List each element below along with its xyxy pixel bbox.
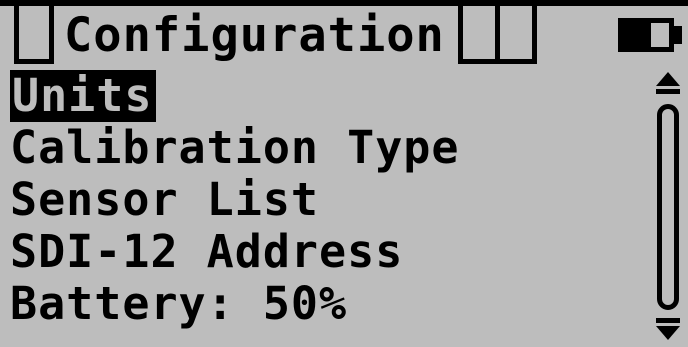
title-bar: Configuration — [0, 0, 688, 64]
battery-fill — [623, 23, 651, 47]
menu-item-units[interactable]: Units — [10, 70, 157, 122]
menu-item-sdi12-address[interactable]: SDI-12 Address — [10, 226, 403, 278]
page-title: Configuration — [64, 8, 445, 63]
menu-item-battery[interactable]: Battery: 50% — [10, 278, 347, 330]
status-indicator-box — [495, 6, 537, 64]
status-indicator-box — [458, 6, 500, 64]
menu-item-calibration-type[interactable]: Calibration Type — [10, 122, 459, 174]
status-indicator-box — [14, 6, 54, 64]
scrollbar-thumb[interactable] — [657, 104, 679, 310]
scroll-up-arrow-icon[interactable] — [654, 72, 682, 96]
battery-icon — [618, 18, 682, 52]
configuration-menu: Units Calibration Type Sensor List SDI-1… — [0, 64, 640, 347]
battery-body — [618, 18, 674, 52]
scrollbar[interactable] — [648, 64, 688, 347]
device-screen: Configuration Units Calibration Type Sen… — [0, 0, 688, 347]
menu-item-sensor-list[interactable]: Sensor List — [10, 174, 319, 226]
scroll-down-arrow-icon[interactable] — [654, 316, 682, 340]
battery-terminal — [674, 26, 682, 44]
